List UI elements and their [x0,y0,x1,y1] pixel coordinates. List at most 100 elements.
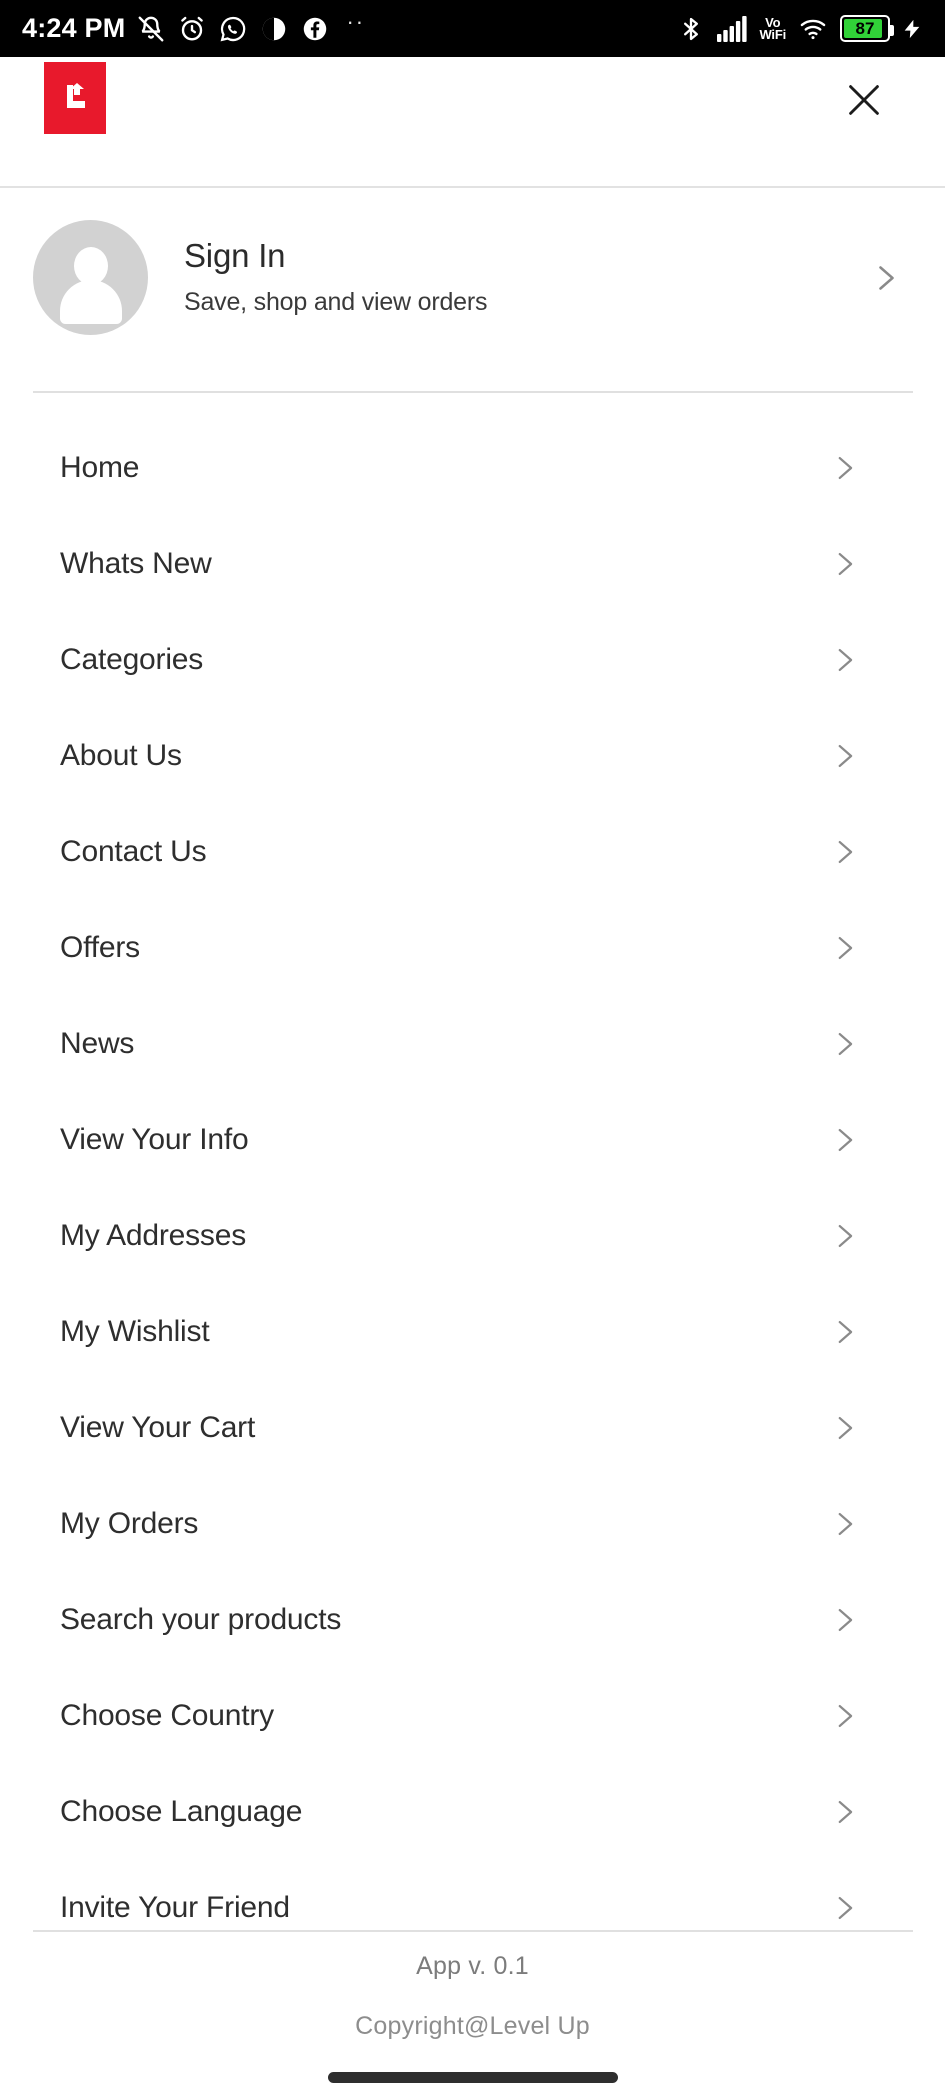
vowifi-indicator: Vo WiFi [759,16,786,42]
level-up-logo-glyph [67,82,85,108]
level-up-logo[interactable] [44,61,106,134]
app-root: 4:24 PM ·· Vo WiFi 87 Sign In Save, shop… [0,0,945,2100]
menu-item-label: Choose Country [60,1699,274,1732]
menu-item-home[interactable]: Home [0,420,945,516]
nav-menu-list: Home Whats New Categories About Us Contact U… [0,420,945,1956]
chevron-right-icon [838,552,853,576]
menu-item-label: Categories [60,643,204,676]
menu-item-choose-country[interactable]: Choose Country [0,1668,945,1764]
menu-item-contact-us[interactable]: Contact Us [0,804,945,900]
menu-item-my-addresses[interactable]: My Addresses [0,1188,945,1284]
chevron-right-icon [838,1512,853,1536]
menu-item-label: Search your products [60,1603,342,1636]
menu-item-label: Offers [60,931,140,964]
menu-item-categories[interactable]: Categories [0,612,945,708]
menu-item-label: View Your Info [60,1123,249,1156]
chevron-right-icon [838,1704,853,1728]
charging-bolt-icon [901,15,923,43]
sign-in-text: Sign In Save, shop and view orders [184,236,867,317]
menu-item-chevron[interactable] [827,1699,861,1733]
menu-item-label: Choose Language [60,1795,303,1828]
menu-item-chevron[interactable] [827,547,861,581]
facebook-icon [300,14,330,44]
sign-in-chevron[interactable] [867,260,903,296]
notification-overflow-dots: ·· [346,8,366,34]
menu-item-label: View Your Cart [60,1411,256,1444]
menu-item-label: Contact Us [60,835,207,868]
whatsapp-icon [218,14,248,44]
chevron-right-icon [838,648,853,672]
menu-item-label: My Orders [60,1507,199,1540]
menu-item-chevron[interactable] [827,1891,861,1925]
menu-item-invite-your-friend[interactable]: Invite Your Friend [0,1860,945,1956]
menu-item-chevron[interactable] [827,1123,861,1157]
alarm-clock-icon [177,14,207,44]
cellular-signal-icon [716,15,748,43]
sign-in-subtitle: Save, shop and view orders [184,288,488,317]
menu-item-chevron[interactable] [827,451,861,485]
chevron-right-icon [879,265,894,290]
chevron-right-icon [838,1800,853,1824]
menu-item-news[interactable]: News [0,996,945,1092]
circle-app-icon [259,14,289,44]
menu-item-about-us[interactable]: About Us [0,708,945,804]
menu-item-label: Invite Your Friend [60,1891,290,1924]
chevron-right-icon [838,840,853,864]
app-version-label: App v. 0.1 [416,1952,529,1980]
battery-percent-label: 87 [855,18,875,38]
chevron-right-icon [838,744,853,768]
menu-item-chevron[interactable] [827,1411,861,1445]
status-bar-clock: 4:24 PM [22,13,126,43]
chevron-right-icon [838,1032,853,1056]
chevron-right-icon [838,456,853,480]
menu-item-chevron[interactable] [827,1603,861,1637]
menu-item-chevron[interactable] [827,931,861,965]
copyright-label: Copyright@Level Up [355,2012,590,2040]
menu-item-chevron[interactable] [827,1795,861,1829]
status-bar-right: Vo WiFi 87 [677,15,923,43]
menu-item-offers[interactable]: Offers [0,900,945,996]
chevron-right-icon [838,1128,853,1152]
menu-item-view-your-cart[interactable]: View Your Cart [0,1380,945,1476]
avatar-body [59,280,122,324]
footer-divider [33,1930,913,1932]
chevron-right-icon [838,1416,853,1440]
sign-in-title: Sign In [184,236,286,274]
profile-divider [33,391,913,393]
close-button[interactable] [833,69,895,131]
menu-item-label: Home [60,451,140,484]
vowifi-line-2: WiFi [759,26,786,42]
menu-item-label: My Addresses [60,1219,247,1252]
menu-item-my-orders[interactable]: My Orders [0,1476,945,1572]
chevron-right-icon [838,1224,853,1248]
menu-item-choose-language[interactable]: Choose Language [0,1764,945,1860]
header-divider [0,186,945,188]
menu-item-label: News [60,1027,135,1060]
menu-item-chevron[interactable] [827,643,861,677]
menu-item-chevron[interactable] [827,1219,861,1253]
home-indicator[interactable] [327,2072,618,2083]
battery-indicator: 87 [840,15,894,42]
menu-item-my-wishlist[interactable]: My Wishlist [0,1284,945,1380]
menu-item-chevron[interactable] [827,1315,861,1349]
menu-item-chevron[interactable] [827,739,861,773]
chevron-right-icon [838,936,853,960]
chevron-right-icon [838,1608,853,1632]
status-bar: 4:24 PM ·· Vo WiFi 87 [0,0,945,57]
menu-item-view-your-info[interactable]: View Your Info [0,1092,945,1188]
bluetooth-icon [677,15,705,43]
menu-item-chevron[interactable] [827,1507,861,1541]
app-header [0,57,945,142]
avatar [33,220,148,335]
menu-item-chevron[interactable] [827,835,861,869]
wifi-icon [797,15,829,43]
menu-item-chevron[interactable] [827,1027,861,1061]
chevron-right-icon [838,1896,853,1920]
menu-item-search-your-products[interactable]: Search your products [0,1572,945,1668]
menu-item-whats-new[interactable]: Whats New [0,516,945,612]
menu-item-label: Whats New [60,547,212,580]
sign-in-row[interactable]: Sign In Save, shop and view orders [0,215,945,340]
status-bar-left: 4:24 PM ·· [22,9,365,44]
close-icon [849,84,879,115]
bell-off-icon [136,14,166,44]
